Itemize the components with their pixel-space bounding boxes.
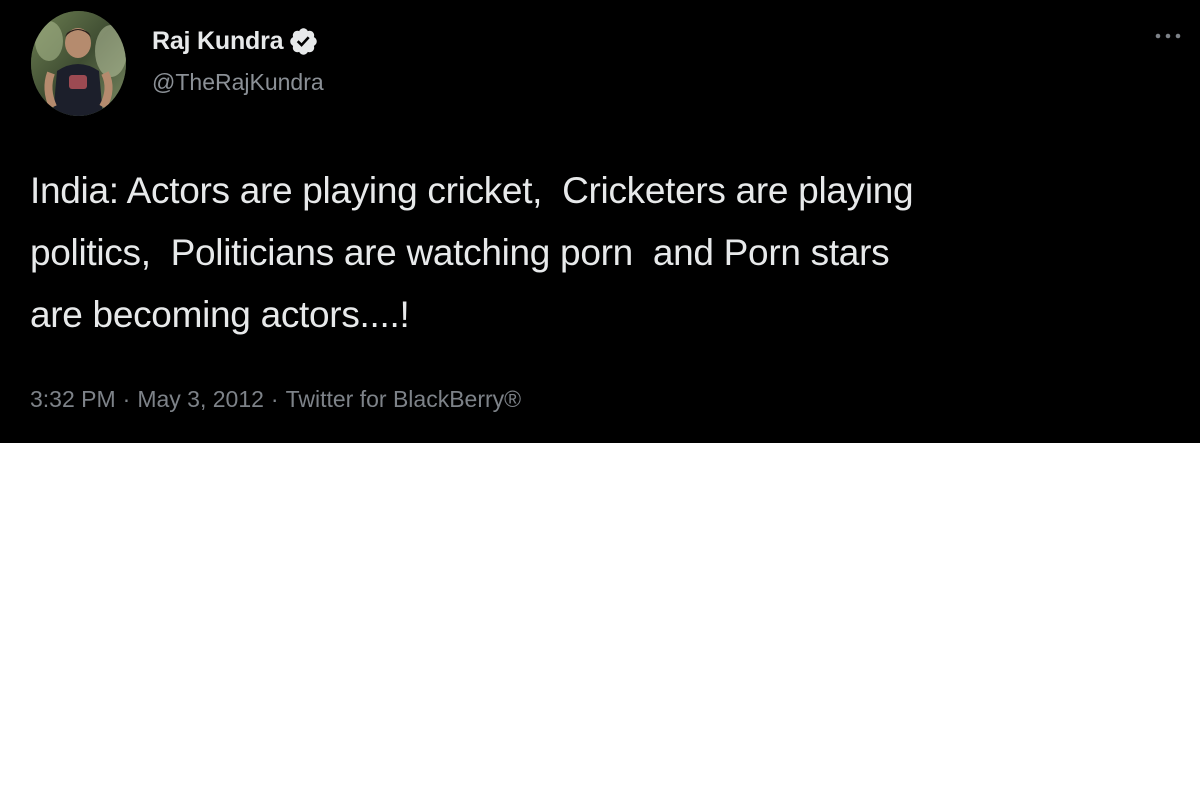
tweet-date[interactable]: May 3, 2012 [137, 386, 264, 413]
author-handle[interactable]: @TheRajKundra [152, 69, 324, 96]
author-display-name[interactable]: Raj Kundra [152, 27, 284, 56]
tweet-source[interactable]: Twitter for BlackBerry® [286, 386, 522, 413]
verified-badge-icon [288, 26, 319, 57]
tweet-text: India: Actors are playing cricket, Crick… [30, 170, 914, 335]
more-options-icon[interactable] [1153, 29, 1183, 43]
tweet-meta: 3:32 PM · May 3, 2012 · Twitter for Blac… [30, 386, 521, 413]
meta-separator: · [122, 386, 131, 412]
meta-separator: · [270, 386, 279, 412]
tweet-card: Raj Kundra @TheRajKundra India: Actors a… [0, 0, 1200, 443]
tweet-time[interactable]: 3:32 PM [30, 386, 116, 413]
avatar[interactable] [31, 11, 126, 116]
author-name-row: Raj Kundra [152, 24, 319, 58]
